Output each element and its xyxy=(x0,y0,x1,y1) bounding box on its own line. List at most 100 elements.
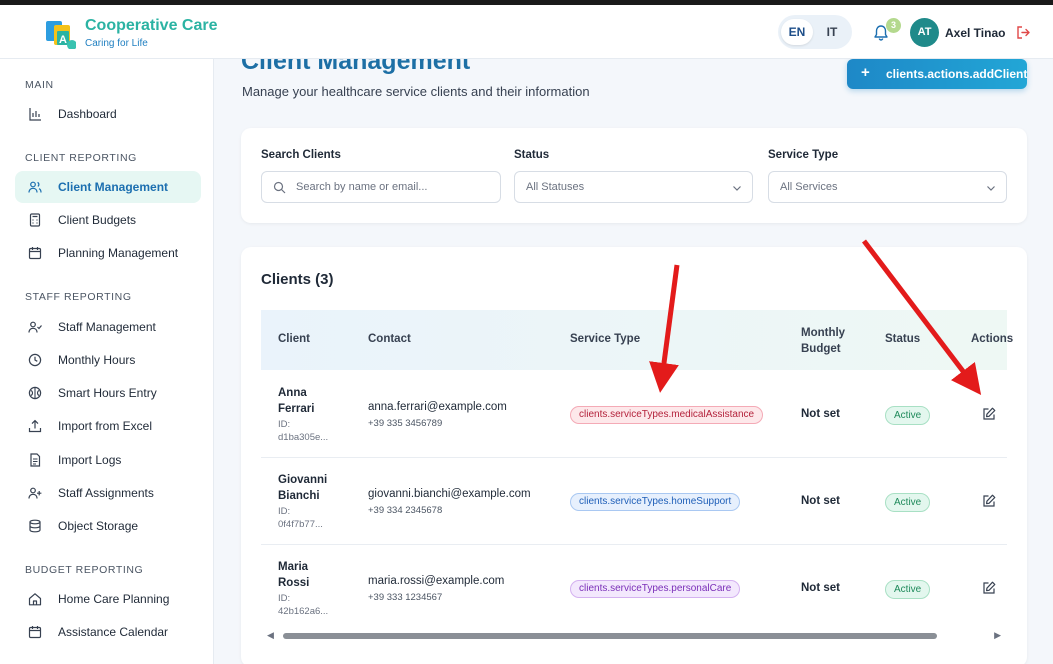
sidebar-item-object-storage[interactable]: Object Storage xyxy=(15,510,201,542)
sidebar-item-smart-hours-entry[interactable]: Smart Hours Entry xyxy=(15,377,201,409)
table-header: Client Contact Service Type Monthly Budg… xyxy=(261,310,1013,370)
column-header-actions: Actions xyxy=(971,333,1014,345)
sidebar-item-planning-management[interactable]: Planning Management xyxy=(15,237,201,269)
client-phone: +39 333 1234567 xyxy=(368,592,443,603)
add-client-label: clients.actions.addClient xyxy=(886,67,1028,81)
calendar-icon xyxy=(28,247,42,260)
sidebar-section-staff-reporting: STAFF REPORTING xyxy=(25,291,132,303)
sidebar-item-import-logs[interactable]: Import Logs xyxy=(15,444,201,476)
sidebar-item-monthly-hours[interactable]: Monthly Hours xyxy=(15,344,201,376)
client-id: ID: 42b162a6... xyxy=(278,593,329,617)
table-title: Clients (3) xyxy=(261,271,334,288)
plus-icon: + xyxy=(861,64,870,81)
language-toggle: EN IT xyxy=(778,15,852,49)
notification-badge: 3 xyxy=(886,18,901,33)
app-subtitle: Caring for Life xyxy=(85,38,148,49)
sidebar-item-label: Home Care Planning xyxy=(58,592,170,606)
sidebar-section-budget-reporting: BUDGET REPORTING xyxy=(25,564,144,576)
edit-icon[interactable] xyxy=(982,407,996,421)
status-label: Status xyxy=(514,149,550,161)
upload-icon xyxy=(28,419,42,433)
page-title: Client Management xyxy=(241,59,471,75)
scrollbar-thumb[interactable] xyxy=(283,633,937,639)
sidebar-item-import-from-excel[interactable]: Import from Excel xyxy=(15,410,201,442)
users-icon xyxy=(28,181,42,193)
lang-en-button[interactable]: EN xyxy=(781,19,813,45)
sidebar-item-staff-management[interactable]: Staff Management xyxy=(15,311,201,343)
search-icon xyxy=(273,181,286,194)
sidebar-section-main: MAIN xyxy=(25,79,54,91)
client-name: Maria Rossi xyxy=(278,561,310,589)
calculator-icon xyxy=(29,213,41,227)
clients-table-card: Clients (3) Client Contact Service Type … xyxy=(241,247,1027,664)
client-email: maria.rossi@example.com xyxy=(368,575,505,587)
sidebar-item-label: Planning Management xyxy=(58,246,179,260)
client-email: anna.ferrari@example.com xyxy=(368,401,507,413)
column-header-monthly-budget[interactable]: Monthly Budget xyxy=(801,325,861,357)
client-name: Anna Ferrari xyxy=(278,387,315,415)
table-row[interactable]: Anna Ferrari ID: d1ba305e... anna.ferrari@… xyxy=(261,371,1007,458)
sidebar-item-label: Client Management xyxy=(58,180,169,194)
column-header-status[interactable]: Status xyxy=(885,333,920,345)
client-name: Giovanni Bianchi xyxy=(278,474,328,502)
sidebar-item-label: Object Storage xyxy=(58,519,139,533)
lang-it-button[interactable]: IT xyxy=(816,19,848,45)
app-logo-icon: A xyxy=(46,21,76,49)
client-id: ID: d1ba305e... xyxy=(278,419,329,443)
sidebar-item-label: Import from Excel xyxy=(58,419,153,433)
column-header-service-type[interactable]: Service Type xyxy=(570,333,640,345)
column-header-contact[interactable]: Contact xyxy=(368,333,411,345)
app-title: Cooperative Care xyxy=(85,17,218,34)
file-text-icon xyxy=(30,453,41,467)
chevron-down-icon xyxy=(733,186,741,191)
sidebar: MAIN Dashboard CLIENT REPORTING Client M… xyxy=(0,59,214,664)
scroll-right-icon[interactable]: ▶ xyxy=(994,630,1001,641)
service-type-select[interactable]: All Services xyxy=(768,171,1007,203)
sidebar-item-label: Dashboard xyxy=(58,107,117,121)
sidebar-item-home-care-planning[interactable]: Home Care Planning xyxy=(15,583,201,615)
sidebar-item-label: Monthly Hours xyxy=(58,353,136,367)
sidebar-item-label: Staff Assignments xyxy=(58,486,154,500)
service-type-badge: clients.serviceTypes.medicalAssistance xyxy=(570,406,764,424)
chevron-down-icon xyxy=(987,186,995,191)
sidebar-item-client-management[interactable]: Client Management xyxy=(15,171,201,203)
user-name[interactable]: Axel Tinao xyxy=(945,26,1005,40)
sidebar-item-label: Assistance Calendar xyxy=(58,625,169,639)
service-type-select-value: All Services xyxy=(780,181,838,193)
sidebar-item-assistance-calendar[interactable]: Assistance Calendar xyxy=(15,616,201,648)
status-badge: Active xyxy=(885,406,931,425)
sidebar-item-dashboard[interactable]: Dashboard xyxy=(15,98,201,130)
sidebar-item-label: Staff Management xyxy=(58,320,156,334)
user-plus-icon xyxy=(28,487,42,499)
sidebar-item-staff-assignments[interactable]: Staff Assignments xyxy=(15,477,201,509)
scroll-left-icon[interactable]: ◀ xyxy=(267,630,274,641)
service-type-badge: clients.serviceTypes.homeSupport xyxy=(570,493,741,511)
calendar-icon xyxy=(28,626,42,639)
column-header-client[interactable]: Client xyxy=(278,333,310,345)
status-badge: Active xyxy=(885,580,931,599)
logout-icon[interactable] xyxy=(1016,25,1031,40)
sidebar-section-client-reporting: CLIENT REPORTING xyxy=(25,152,137,164)
edit-icon[interactable] xyxy=(982,494,996,508)
brain-icon xyxy=(28,386,42,400)
sidebar-item-client-budgets[interactable]: Client Budgets xyxy=(15,204,201,236)
status-select[interactable]: All Statuses xyxy=(514,171,753,203)
search-input[interactable]: Search by name or email... xyxy=(261,171,501,203)
page-subtitle: Manage your healthcare service clients a… xyxy=(242,84,590,99)
monthly-budget: Not set xyxy=(801,582,840,594)
clock-icon xyxy=(28,353,42,367)
table-row[interactable]: Giovanni Bianchi ID: 0f4f7b77... giovanni.… xyxy=(261,458,1007,545)
user-avatar[interactable]: AT xyxy=(910,18,939,47)
edit-icon[interactable] xyxy=(982,581,996,595)
client-phone: +39 335 3456789 xyxy=(368,418,443,429)
filter-card: Search Clients Search by name or email..… xyxy=(241,128,1027,223)
horizontal-scrollbar[interactable]: ◀ ▶ xyxy=(261,627,1007,643)
service-type-label: Service Type xyxy=(768,149,839,161)
table-row[interactable]: Maria Rossi ID: 42b162a6... maria.rossi@ex… xyxy=(261,545,1007,632)
main-content: Client Management Manage your healthcare… xyxy=(215,59,1053,664)
sidebar-item-label: Smart Hours Entry xyxy=(58,386,157,400)
add-client-button[interactable]: + clients.actions.addClient xyxy=(847,59,1027,89)
client-id: ID: 0f4f7b77... xyxy=(278,506,323,530)
sidebar-item-label: Import Logs xyxy=(58,453,122,467)
client-email: giovanni.bianchi@example.com xyxy=(368,488,531,500)
